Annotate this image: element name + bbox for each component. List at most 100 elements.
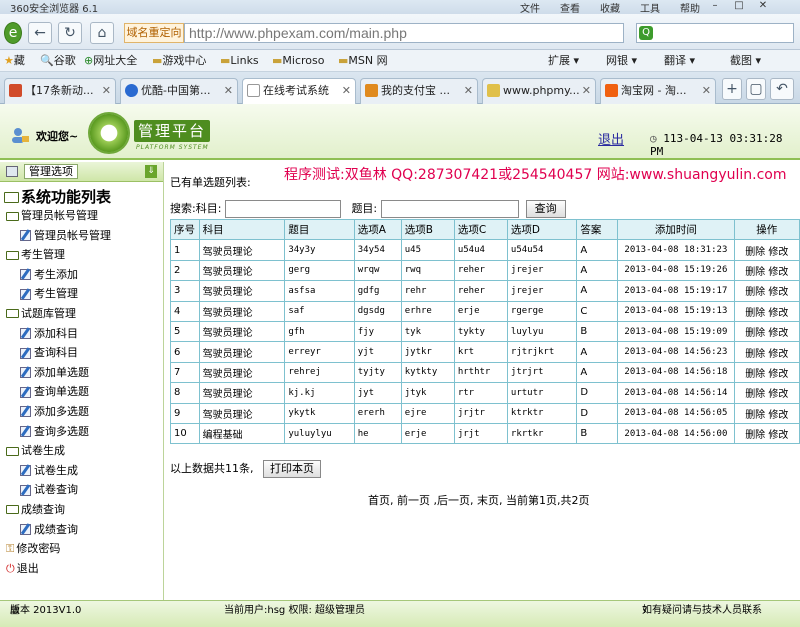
close-tab-icon[interactable]: ✕ [702,79,711,103]
edit-link[interactable]: 修改 [768,287,788,298]
delete-link[interactable]: 删除 [745,287,765,298]
table-cell: rjtrjkrt [506,341,578,363]
delete-link[interactable]: 删除 [745,308,765,319]
sidebar-item[interactable]: 试卷查询 [0,480,164,500]
edit-link[interactable]: 修改 [768,247,788,258]
sidebar-item[interactable]: 查询单选题 [0,382,164,402]
collapse-arrow-icon[interactable]: ⇓ [145,165,157,178]
close-tab-icon[interactable]: ✕ [342,79,351,103]
sidebar-group[interactable]: ⚿ 修改密码 [0,539,164,559]
sidebar-item[interactable]: 考生管理 [0,284,164,304]
table-row: 2 驾驶员理论 gerg wrqw rwq reher jrejer A 2013-04-08 … [170,259,800,282]
search-input[interactable]: Q [636,23,794,43]
sidebar-item[interactable]: 添加多选题 [0,402,164,422]
favorite-microsoft[interactable]: ▬Microso [272,50,324,71]
close-tab-icon[interactable]: ✕ [464,79,473,103]
new-tab-icon[interactable]: + [722,78,742,100]
sidebar-item[interactable]: 查询多选题 [0,422,164,442]
sidebar-group[interactable]: 成绩查询 [0,500,164,520]
query-button[interactable]: 查询 [525,200,566,218]
edit-link[interactable]: 修改 [768,349,788,360]
key-icon: ⚿ [6,542,15,556]
favorite-msn[interactable]: ▬MSN 网 [338,50,388,71]
sidebar-item[interactable]: 添加单选题 [0,363,164,383]
domain-redirect-badge[interactable]: 域名重定向 [124,23,184,43]
close-tab-icon[interactable]: ✕ [224,79,233,103]
delete-link[interactable]: 删除 [745,369,765,380]
logout-link[interactable]: 退出 [598,133,624,148]
table-cell: gerg [284,259,355,282]
sidebar-group[interactable]: 试题库管理 [0,304,164,324]
operations-cell: 删除 修改 [733,402,800,424]
favorites-star-item[interactable]: ★藏 [4,50,25,71]
delete-link[interactable]: 删除 [745,328,765,339]
translate-button[interactable]: 翻译 ▾ [664,50,695,71]
delete-link[interactable]: 删除 [745,247,765,258]
edit-link[interactable]: 修改 [768,267,788,278]
table-row: 10 编程基础 yuluylyu he erje jrjt rkrtkr B 2013-04-0… [170,422,800,445]
delete-link[interactable]: 删除 [745,430,765,441]
sidebar-item[interactable]: 添加科目 [0,324,164,344]
sidebar: 管理选项 ⇓ 系统功能列表 管理员帐号管理 管理员帐号管理 考生管理 考生添加 考生管理… [0,162,164,600]
tab-online-exam[interactable]: 在线考试系统 ✕ [242,78,356,105]
tab-youku[interactable]: 优酷-中国第... ✕ [120,78,238,104]
tester-credit: 程序测试:双鱼林 QQ:287307421或254540457 网站:www.s… [284,167,787,183]
operations-cell: 删除 修改 [733,320,800,343]
edit-link[interactable]: 修改 [768,369,788,380]
edit-link[interactable]: 修改 [768,410,788,421]
address-bar[interactable]: http://www.phpexam.com/main.php [184,23,624,43]
tab-alipay[interactable]: 我的支付宝 ... ✕ [360,78,478,104]
sidebar-item-label: 退出 [16,561,39,575]
favorite-google[interactable]: 🔍谷歌 [40,50,76,71]
print-page-button[interactable]: 打印本页 [263,460,321,478]
question-search-input[interactable] [380,200,519,218]
browser-menu-bar: 文件 查看 收藏 工具 帮助 [520,0,720,15]
delete-link[interactable]: 删除 [745,389,765,400]
sidebar-item[interactable]: 成绩查询 [0,520,164,540]
minimize-icon[interactable]: – [703,0,727,11]
close-window-icon[interactable]: ✕ [751,0,775,11]
table-row: 6 驾驶员理论 erreyr yjt jytkr krt rjtrjkrt A 2013-04-… [170,341,800,363]
delete-link[interactable]: 删除 [745,410,765,421]
subject-search-input[interactable] [224,200,341,218]
undo-close-icon[interactable]: ↶ [770,78,794,100]
sidebar-group[interactable]: 考生管理 [0,245,164,265]
table-row: 3 驾驶员理论 asfsa gdfg rehr reher jrejer A 2013-04-0… [170,280,800,302]
edit-link[interactable]: 修改 [768,308,788,319]
tab-taobao[interactable]: 淘宝网 - 淘... ✕ [600,78,716,104]
table-cell: C [576,300,619,322]
favorite-links[interactable]: ▬Links [220,50,259,71]
delete-link[interactable]: 删除 [745,349,765,360]
home-button-icon[interactable]: ⌂ [90,22,114,44]
tab-favicon [487,84,500,97]
edit-link[interactable]: 修改 [768,328,788,339]
sidebar-item[interactable]: 管理员帐号管理 [0,226,164,246]
extensions-button[interactable]: 扩展 ▾ [548,50,579,71]
favorite-game-center[interactable]: ▬游戏中心 [152,50,206,71]
pagination[interactable]: 首页, 前一页 ,后一页, 末页, 当前第1页,共2页 [368,492,589,508]
search-engine-icon[interactable]: Q [639,26,653,40]
edit-link[interactable]: 修改 [768,430,788,441]
screenshot-button[interactable]: 截图 ▾ [730,50,761,71]
sidebar-group[interactable]: ⏻ 退出 [0,559,164,579]
restore-tab-icon[interactable]: ▢ [746,78,766,100]
tab-phpmyadmin[interactable]: www.phpmy... ✕ [482,78,596,104]
ebank-button[interactable]: 网银 ▾ [606,50,637,71]
tab-news[interactable]: 【17条新动... ✕ [4,78,116,104]
table-cell: A [576,239,619,261]
edit-link[interactable]: 修改 [768,389,788,400]
sidebar-group[interactable]: 管理员帐号管理 [0,206,164,226]
maximize-icon[interactable]: □ [727,0,751,11]
sidebar-item[interactable]: 考生添加 [0,265,164,285]
close-tab-icon[interactable]: ✕ [582,79,591,103]
table-cell: B [576,422,619,445]
sidebar-item[interactable]: 试卷生成 [0,461,164,481]
sidebar-item[interactable]: 查询科目 [0,343,164,363]
table-cell: 2013-04-08 14:56:18 [617,361,735,384]
delete-link[interactable]: 删除 [745,267,765,278]
sidebar-group[interactable]: 试卷生成 [0,441,164,461]
refresh-button-icon[interactable]: ↻ [58,22,82,44]
favorite-site-directory[interactable]: ⊕网址大全 [84,50,137,71]
back-button-icon[interactable]: ← [28,22,52,44]
close-tab-icon[interactable]: ✕ [102,79,111,103]
